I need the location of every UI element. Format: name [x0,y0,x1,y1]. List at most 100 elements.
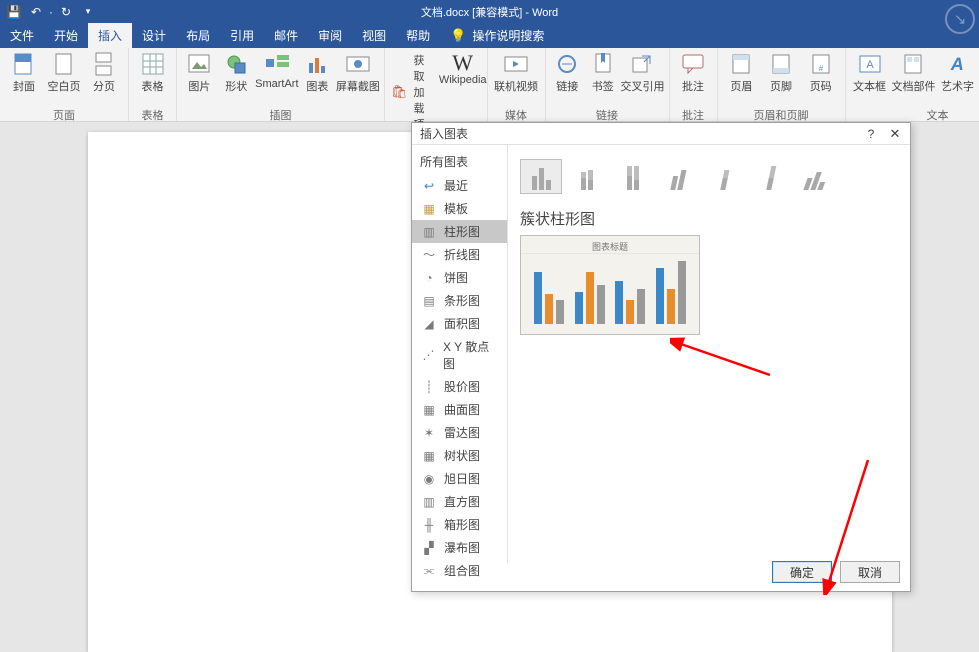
subtype-clustered-column[interactable] [520,159,562,194]
cancel-button[interactable]: 取消 [840,561,900,583]
save-icon[interactable]: 💾 [4,2,24,22]
online-video-button[interactable]: 联机视频 [492,52,541,94]
subtype-3d-stacked[interactable] [704,159,746,194]
get-addins-button[interactable]: 🛍获取加载项 [391,52,433,132]
cat-pie[interactable]: ◔饼图 [412,266,507,289]
screenshot-icon [346,52,370,76]
cat-boxwhisker[interactable]: ╫箱形图 [412,513,507,536]
ok-button[interactable]: 确定 [772,561,832,583]
shapes-button[interactable]: 形状 [218,52,255,94]
cat-treemap[interactable]: ▦树状图 [412,444,507,467]
subtype-3d-clustered[interactable] [658,159,700,194]
quickparts-icon [902,52,926,76]
chart-preview[interactable]: 图表标题 [520,235,700,335]
group-pages-label: 页面 [0,107,128,121]
tab-references[interactable]: 引用 [220,23,264,48]
cat-combo[interactable]: ⫘组合图 [412,559,507,582]
title-bar: 💾 ↶ · ↻ ▾ 文档.docx [兼容模式] - Word ↘ [0,0,979,23]
chart-button[interactable]: 图表 [299,52,336,94]
screenshot-button[interactable]: 屏幕截图 [336,52,380,94]
recent-icon: ↩ [422,179,436,193]
dialog-close-button[interactable]: ✕ [886,125,904,143]
group-tables: 表格 表格 [129,48,177,121]
tab-design[interactable]: 设计 [132,23,176,48]
link-icon [555,52,579,76]
column-icon: ▥ [422,225,436,239]
wordart-button[interactable]: A艺术字 [938,52,978,94]
cat-line[interactable]: 〜折线图 [412,243,507,266]
page-number-button[interactable]: #页码 [801,52,841,94]
group-links: 链接 书签 交叉引用 链接 [546,48,670,121]
cat-templates[interactable]: ▦模板 [412,197,507,220]
table-icon [141,52,165,76]
ribbon: 封面 空白页 分页 页面 表格 表格 图片 形状 SmartArt [0,48,979,122]
dialog-help-button[interactable]: ? [862,125,880,143]
textbox-button[interactable]: A文本框 [850,52,890,94]
undo-icon[interactable]: ↶ [26,2,46,22]
combo-icon: ⫘ [422,564,436,578]
tab-mailings[interactable]: 邮件 [264,23,308,48]
cat-scatter[interactable]: ⋰X Y 散点图 [412,335,507,375]
blank-page-button[interactable]: 空白页 [44,52,84,94]
qat-customize-icon[interactable]: ▾ [78,2,98,22]
qat-sep: · [48,2,54,22]
link-button[interactable]: 链接 [550,52,586,94]
all-charts-label: 所有图表 [412,149,507,174]
cat-area[interactable]: ◢面积图 [412,312,507,335]
ribbon-tabs: 文件 开始 插入 设计 布局 引用 邮件 审阅 视图 帮助 💡 操作说明搜索 [0,23,979,48]
tab-layout[interactable]: 布局 [176,23,220,48]
group-header-footer-label: 页眉和页脚 [718,107,845,121]
header-button[interactable]: 页眉 [722,52,762,94]
comment-icon [681,52,705,76]
crossref-button[interactable]: 交叉引用 [621,52,665,94]
textbox-icon: A [858,52,882,76]
svg-text:A: A [866,59,874,71]
subtype-3d-100stacked[interactable] [750,159,792,194]
chart-categories-sidebar: 所有图表 ↩最近 ▦模板 ▥柱形图 〜折线图 ◔饼图 ▤条形图 ◢面积图 ⋰X … [412,145,508,563]
picture-button[interactable]: 图片 [181,52,218,94]
comment-button[interactable]: 批注 [674,52,713,94]
histogram-icon: ▥ [422,495,436,509]
footer-button[interactable]: 页脚 [761,52,801,94]
quick-access-toolbar: 💾 ↶ · ↻ ▾ [0,2,98,22]
preview-chart [521,253,699,334]
bookmark-icon [591,52,615,76]
subtype-100stacked-column[interactable] [612,159,654,194]
group-text: A文本框 文档部件 A艺术字 A≡首字下沉 文本 [846,48,979,121]
group-media: 联机视频 媒体 [488,48,546,121]
cat-bar[interactable]: ▤条形图 [412,289,507,312]
dialog-title-bar[interactable]: 插入图表 ? ✕ [412,123,910,145]
cat-recent[interactable]: ↩最近 [412,174,507,197]
group-illustrations-label: 插图 [177,107,384,121]
dialog-buttons: 确定 取消 [772,561,900,583]
chart-icon [305,52,329,76]
tab-file[interactable]: 文件 [0,23,44,48]
table-button[interactable]: 表格 [133,52,172,94]
tab-review[interactable]: 审阅 [308,23,352,48]
cover-page-button[interactable]: 封面 [4,52,44,94]
quickparts-button[interactable]: 文档部件 [890,52,938,94]
tab-insert[interactable]: 插入 [88,23,132,48]
smartart-button[interactable]: SmartArt [255,52,299,94]
subtype-3d-column[interactable] [796,159,838,194]
cat-column[interactable]: ▥柱形图 [412,220,507,243]
cat-radar[interactable]: ✶雷达图 [412,421,507,444]
svg-text:#: # [818,64,823,73]
cat-stock[interactable]: ┊股价图 [412,375,507,398]
group-media-label: 媒体 [488,107,545,121]
cat-waterfall[interactable]: ▞瀑布图 [412,536,507,559]
redo-icon[interactable]: ↻ [56,2,76,22]
cat-surface[interactable]: ▦曲面图 [412,398,507,421]
bookmark-button[interactable]: 书签 [585,52,621,94]
group-text-label: 文本 [846,107,979,121]
pie-icon: ◔ [422,271,436,285]
cat-histogram[interactable]: ▥直方图 [412,490,507,513]
cat-sunburst[interactable]: ◉旭日图 [412,467,507,490]
page-break-button[interactable]: 分页 [84,52,124,94]
subtype-stacked-column[interactable] [566,159,608,194]
tab-home[interactable]: 开始 [44,23,88,48]
line-icon: 〜 [422,248,436,262]
tab-help[interactable]: 帮助 [396,23,440,48]
tab-view[interactable]: 视图 [352,23,396,48]
tell-me-search[interactable]: 💡 操作说明搜索 [440,23,554,48]
